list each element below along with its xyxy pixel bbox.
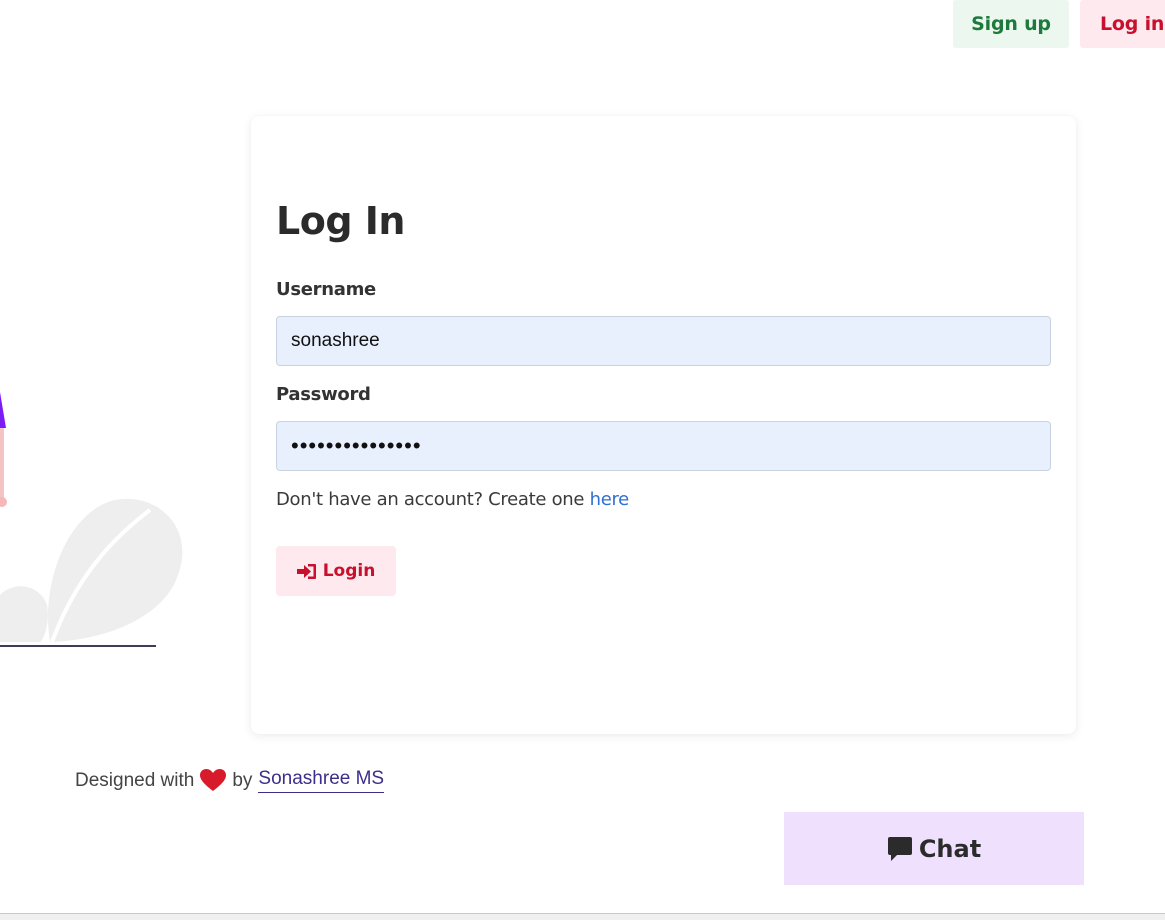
author-link[interactable]: Sonashree MS [258, 768, 385, 793]
signup-prompt-text: Don't have an account? Create one [276, 489, 585, 510]
signup-link[interactable]: here [590, 489, 630, 510]
login-submit-button[interactable]: Login [276, 546, 396, 596]
illustration-figure-foot [0, 497, 7, 507]
footer-prefix: Designed with [75, 769, 195, 791]
password-input[interactable] [276, 421, 1051, 471]
illustration-leaf-large [48, 498, 183, 642]
page: Sign up Log in Log In Username Password … [0, 0, 1165, 920]
person-plant-illustration [0, 392, 183, 647]
chat-button[interactable]: Chat [784, 812, 1084, 885]
login-nav-label: Log in [1100, 13, 1165, 35]
window-bottom-edge [0, 913, 1165, 920]
signup-nav-button[interactable]: Sign up [953, 0, 1069, 48]
illustration-leaf-small [0, 586, 48, 642]
sign-in-icon [296, 563, 316, 579]
chat-label: Chat [918, 834, 982, 863]
username-input[interactable] [276, 316, 1051, 366]
username-label: Username [276, 279, 376, 300]
page-title: Log In [276, 199, 405, 243]
illustration-figure-shape [0, 392, 6, 428]
login-card: Log In Username Password Don't have an a… [251, 116, 1076, 734]
signup-prompt: Don't have an account? Create one here [276, 489, 629, 510]
footer-credit: Designed with by Sonashree MS [75, 768, 385, 793]
illustration-figure-leg [0, 428, 4, 498]
login-submit-label: Login [322, 561, 376, 581]
login-nav-button[interactable]: Log in [1080, 0, 1165, 48]
signup-nav-label: Sign up [971, 13, 1051, 35]
comment-icon [887, 836, 912, 861]
heart-icon [200, 769, 227, 791]
password-label: Password [276, 384, 371, 405]
footer-by: by [232, 769, 253, 791]
